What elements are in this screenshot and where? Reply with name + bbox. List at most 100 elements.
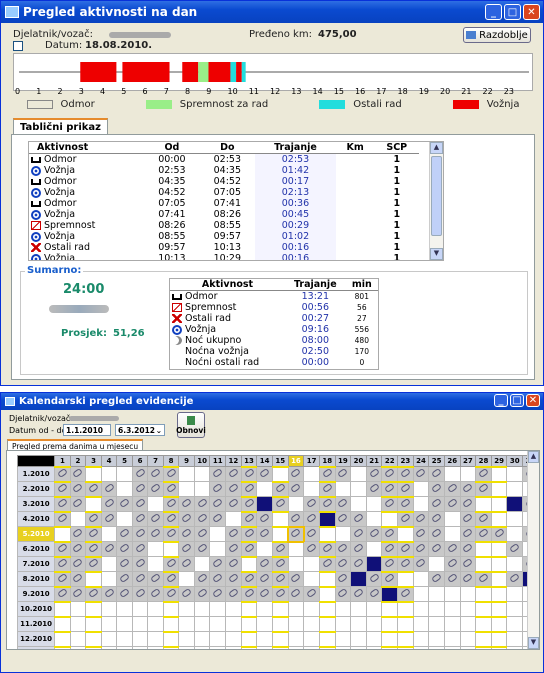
day-cell[interactable] <box>397 510 414 527</box>
day-cell[interactable] <box>178 556 195 572</box>
day-cell[interactable] <box>381 615 399 632</box>
day-cell[interactable] <box>193 541 211 557</box>
day-cell[interactable] <box>318 585 336 602</box>
day-cell[interactable] <box>490 615 508 632</box>
day-cell[interactable] <box>131 466 149 482</box>
day-cell[interactable] <box>162 555 180 572</box>
day-cell[interactable] <box>459 631 477 647</box>
day-cell[interactable] <box>365 586 383 602</box>
day-cell[interactable] <box>459 616 477 632</box>
day-cell[interactable] <box>85 630 102 647</box>
day-cell[interactable] <box>428 616 445 632</box>
day-cell[interactable] <box>303 601 320 617</box>
day-header[interactable]: 10 <box>193 455 211 467</box>
day-cell[interactable] <box>209 646 227 649</box>
day-cell[interactable] <box>428 466 445 482</box>
day-header[interactable]: 18 <box>318 455 336 467</box>
day-cell[interactable] <box>303 571 320 587</box>
month-label[interactable]: 9.2010 <box>16 586 56 602</box>
day-cell[interactable] <box>209 466 227 482</box>
day-header[interactable]: 15 <box>271 455 289 467</box>
day-cell[interactable] <box>225 511 242 527</box>
day-cell[interactable] <box>69 541 87 557</box>
day-header[interactable]: 7 <box>147 455 164 467</box>
day-cell[interactable] <box>490 510 508 527</box>
day-header[interactable]: 11 <box>209 455 227 467</box>
day-cell[interactable] <box>240 525 258 542</box>
day-cell[interactable] <box>116 601 133 617</box>
day-cell[interactable] <box>100 646 118 649</box>
table-row[interactable]: Vožnja 08:55 09:57 01:02 1 <box>29 231 419 242</box>
day-cell[interactable] <box>318 615 336 632</box>
day-cell[interactable] <box>256 586 273 602</box>
day-cell[interactable] <box>428 556 445 572</box>
summary-row[interactable]: Noć ukupno 08:00 480 <box>170 335 378 346</box>
day-cell[interactable] <box>131 571 149 587</box>
day-cell[interactable] <box>412 496 430 512</box>
day-header[interactable]: 8 <box>162 455 180 467</box>
day-cell[interactable] <box>271 540 289 557</box>
day-cell[interactable] <box>240 615 258 632</box>
day-cell[interactable] <box>303 466 320 482</box>
day-cell[interactable] <box>116 481 133 497</box>
day-cell[interactable] <box>100 541 118 557</box>
day-cell[interactable] <box>397 615 414 632</box>
day-cell[interactable] <box>365 481 383 497</box>
day-cell[interactable] <box>240 465 258 482</box>
day-cell[interactable] <box>85 495 102 512</box>
day-cell[interactable] <box>209 571 227 587</box>
day-cell[interactable] <box>459 466 477 482</box>
day-cell[interactable] <box>193 646 211 649</box>
day-cell[interactable] <box>459 601 477 617</box>
day-cell[interactable] <box>116 466 133 482</box>
day-cell[interactable] <box>506 526 524 542</box>
day-cell[interactable] <box>381 510 399 527</box>
day-cell[interactable] <box>69 571 87 587</box>
day-cell[interactable] <box>412 601 430 617</box>
day-cell[interactable] <box>506 616 524 632</box>
day-header[interactable]: 6 <box>131 455 149 467</box>
tab-tablicni-prikaz[interactable]: Tablični prikaz <box>13 118 108 135</box>
day-cell[interactable] <box>397 525 414 542</box>
day-cell[interactable] <box>287 525 305 543</box>
day-cell[interactable] <box>365 571 383 587</box>
day-cell[interactable] <box>365 496 383 512</box>
day-cell[interactable] <box>85 540 102 557</box>
day-cell[interactable] <box>256 541 273 557</box>
day-cell[interactable] <box>287 511 305 527</box>
day-cell[interactable] <box>412 541 430 557</box>
day-cell[interactable] <box>225 571 242 587</box>
day-cell[interactable] <box>147 646 164 649</box>
day-cell[interactable] <box>428 601 445 617</box>
day-cell[interactable] <box>412 631 430 647</box>
day-cell[interactable] <box>443 496 461 512</box>
day-cell[interactable] <box>443 481 461 497</box>
day-cell[interactable] <box>475 630 492 647</box>
day-cell[interactable] <box>303 631 320 647</box>
day-cell[interactable] <box>225 631 242 647</box>
day-cell[interactable] <box>240 585 258 602</box>
day-cell[interactable] <box>162 570 180 587</box>
month-label[interactable]: 12.2010 <box>16 631 56 647</box>
day-cell[interactable] <box>100 586 118 602</box>
day-cell[interactable] <box>54 495 71 512</box>
day-cell[interactable] <box>162 615 180 632</box>
day-cell[interactable] <box>100 496 118 512</box>
day-cell[interactable] <box>209 616 227 632</box>
day-cell[interactable] <box>397 645 414 649</box>
day-cell[interactable] <box>318 630 336 647</box>
day-cell[interactable] <box>271 510 289 527</box>
summary-row[interactable]: Noćna vožnja 02:50 170 <box>170 346 378 357</box>
day-cell[interactable] <box>412 511 430 527</box>
day-cell[interactable] <box>490 585 508 602</box>
day-cell[interactable] <box>256 496 273 512</box>
day-cell[interactable] <box>54 630 71 647</box>
day-header[interactable]: 30 <box>506 455 524 467</box>
day-cell[interactable] <box>178 586 195 602</box>
summary-row[interactable]: Vožnja 09:16 556 <box>170 324 378 335</box>
day-cell[interactable] <box>240 480 258 497</box>
day-cell[interactable] <box>459 541 477 557</box>
day-cell[interactable] <box>116 511 133 527</box>
day-header[interactable]: 20 <box>350 455 367 467</box>
day-cell[interactable] <box>193 466 211 482</box>
